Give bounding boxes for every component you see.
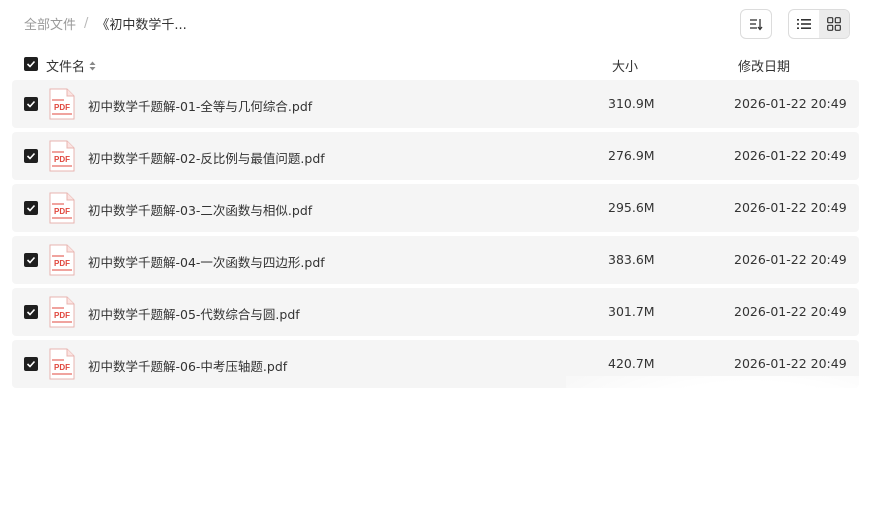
file-name[interactable]: 初中数学千题解-01-全等与几何综合.pdf: [88, 96, 312, 115]
column-name-header[interactable]: 文件名: [46, 56, 96, 75]
file-row[interactable]: PDF 初中数学千题解-03-二次函数与相似.pdf 295.6M 2026-0…: [12, 184, 859, 232]
file-checkbox[interactable]: [24, 201, 38, 215]
file-checkbox[interactable]: [24, 149, 38, 163]
grid-view-button[interactable]: [819, 10, 849, 38]
file-row[interactable]: PDF 初中数学千题解-01-全等与几何综合.pdf 310.9M 2026-0…: [12, 80, 859, 128]
check-icon: [26, 60, 36, 68]
check-icon: [26, 360, 36, 368]
pdf-file-icon: PDF: [49, 348, 75, 380]
pdf-file-icon: PDF: [49, 192, 75, 224]
top-bar: 全部文件 / 《初中数学千...: [0, 0, 874, 48]
file-row[interactable]: PDF 初中数学千题解-05-代数综合与圆.pdf 301.7M 2026-01…: [12, 288, 859, 336]
file-size: 383.6M: [608, 252, 655, 267]
column-name-label: 文件名: [46, 60, 86, 75]
glare-overlay: [566, 376, 874, 476]
pdf-file-icon: PDF: [49, 88, 75, 120]
file-date: 2026-01-22 20:49: [734, 148, 847, 163]
check-icon: [26, 152, 36, 160]
sort-button[interactable]: [740, 9, 772, 39]
file-row[interactable]: PDF 初中数学千题解-04-一次函数与四边形.pdf 383.6M 2026-…: [12, 236, 859, 284]
file-name[interactable]: 初中数学千题解-05-代数综合与圆.pdf: [88, 304, 300, 323]
file-size: 295.6M: [608, 200, 655, 215]
check-icon: [26, 256, 36, 264]
file-checkbox[interactable]: [24, 357, 38, 371]
pdf-label: PDF: [54, 311, 70, 320]
check-icon: [26, 100, 36, 108]
file-date: 2026-01-22 20:49: [734, 356, 847, 371]
file-row[interactable]: PDF 初中数学千题解-02-反比例与最值问题.pdf 276.9M 2026-…: [12, 132, 859, 180]
file-date: 2026-01-22 20:49: [734, 200, 847, 215]
check-icon: [26, 204, 36, 212]
breadcrumb-current: 《初中数学千...: [96, 18, 187, 33]
file-name[interactable]: 初中数学千题解-02-反比例与最值问题.pdf: [88, 148, 325, 167]
file-size: 310.9M: [608, 96, 655, 111]
file-checkbox[interactable]: [24, 305, 38, 319]
pdf-label: PDF: [54, 207, 70, 216]
select-all-checkbox[interactable]: [24, 57, 38, 71]
file-name[interactable]: 初中数学千题解-04-一次函数与四边形.pdf: [88, 252, 325, 271]
breadcrumb-root[interactable]: 全部文件: [24, 14, 76, 33]
column-date-header[interactable]: 修改日期: [738, 56, 790, 75]
file-checkbox[interactable]: [24, 97, 38, 111]
file-date: 2026-01-22 20:49: [734, 304, 847, 319]
file-date: 2026-01-22 20:49: [734, 252, 847, 267]
pdf-file-icon: PDF: [49, 296, 75, 328]
breadcrumb-separator: /: [84, 16, 89, 31]
list-view-icon: [797, 19, 811, 29]
pdf-file-icon: PDF: [49, 140, 75, 172]
sort-icon: [750, 19, 763, 31]
sort-arrows-icon[interactable]: [89, 61, 96, 71]
file-size: 420.7M: [608, 356, 655, 371]
pdf-file-icon: PDF: [49, 244, 75, 276]
file-list: PDF 初中数学千题解-01-全等与几何综合.pdf 310.9M 2026-0…: [12, 80, 859, 392]
check-icon: [26, 308, 36, 316]
pdf-label: PDF: [54, 155, 70, 164]
file-name[interactable]: 初中数学千题解-03-二次函数与相似.pdf: [88, 200, 312, 219]
column-size-header[interactable]: 大小: [612, 56, 638, 75]
table-header: 文件名 大小 修改日期: [0, 50, 874, 78]
file-checkbox[interactable]: [24, 253, 38, 267]
breadcrumb: 全部文件 / 《初中数学千...: [24, 14, 187, 33]
list-view-button[interactable]: [789, 10, 819, 38]
file-size: 301.7M: [608, 304, 655, 319]
file-name[interactable]: 初中数学千题解-06-中考压轴题.pdf: [88, 356, 287, 375]
file-date: 2026-01-22 20:49: [734, 96, 847, 111]
pdf-label: PDF: [54, 363, 70, 372]
pdf-label: PDF: [54, 103, 70, 112]
file-size: 276.9M: [608, 148, 655, 163]
pdf-label: PDF: [54, 259, 70, 268]
view-toggle: [788, 9, 850, 39]
grid-view-icon: [827, 17, 841, 31]
